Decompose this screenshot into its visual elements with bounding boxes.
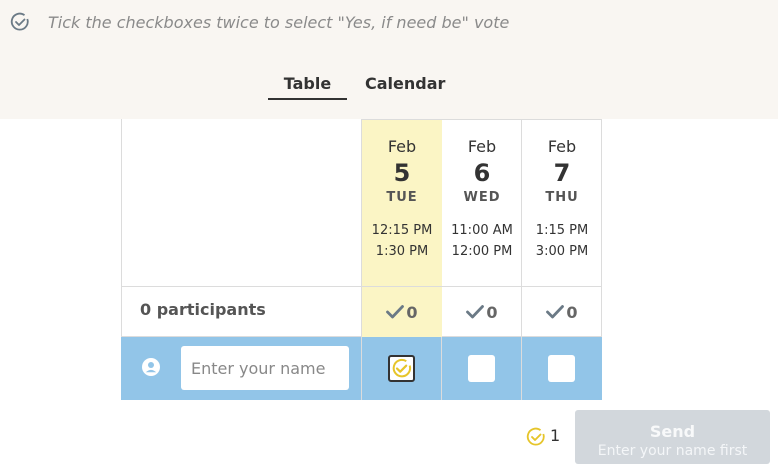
- name-input[interactable]: [181, 346, 349, 390]
- user-icon: [142, 358, 160, 376]
- date-weekday: THU: [545, 190, 579, 205]
- date-option-1: Feb 5 TUE 12:15 PM 1:30 PM: [362, 120, 442, 286]
- if-need-be-icon: [526, 427, 545, 446]
- date-weekday: TUE: [386, 190, 418, 205]
- if-need-be-icon: [392, 358, 412, 378]
- vote-row-divider: [441, 337, 442, 400]
- time-end: 1:30 PM: [375, 244, 429, 259]
- vote-row-divider: [361, 337, 362, 400]
- date-day: 5: [393, 159, 411, 187]
- date-option-3: Feb 7 THU 1:15 PM 3:00 PM: [522, 120, 602, 286]
- time-start: 1:15 PM: [535, 223, 589, 238]
- active-tab-indicator: [268, 98, 347, 100]
- time-end: 3:00 PM: [535, 244, 589, 259]
- checkmark-icon: [546, 305, 565, 319]
- date-month: Feb: [467, 137, 497, 156]
- vote-checkbox[interactable]: [548, 355, 575, 382]
- vote-count-3: 0: [522, 287, 602, 337]
- date-month: Feb: [547, 137, 577, 156]
- vote-checkbox-if-need-be[interactable]: [388, 355, 415, 382]
- if-need-be-count: 1: [550, 426, 561, 445]
- vote-count-2: 0: [442, 287, 522, 337]
- hint: Tick the checkboxes twice to select "Yes…: [10, 12, 509, 32]
- date-option-2: Feb 6 WED 11:00 AM 12:00 PM: [442, 120, 522, 286]
- hint-text: Tick the checkboxes twice to select "Yes…: [48, 12, 510, 32]
- checkmark-icon: [466, 305, 485, 319]
- date-month: Feb: [387, 137, 417, 156]
- header-empty-cell: [121, 119, 362, 287]
- participants-count: 0 participants: [140, 300, 266, 319]
- vote-count-value: 0: [566, 302, 578, 322]
- check-circle-icon: [10, 12, 29, 31]
- time-end: 12:00 PM: [451, 244, 513, 259]
- time-start: 12:15 PM: [371, 223, 433, 238]
- vote-count-value: 0: [486, 302, 498, 322]
- send-button[interactable]: Send Enter your name first: [575, 410, 770, 464]
- date-day: 6: [473, 159, 491, 187]
- tab-table[interactable]: Table: [268, 74, 347, 93]
- vote-checkbox[interactable]: [468, 355, 495, 382]
- send-button-sublabel: Enter your name first: [597, 443, 748, 459]
- top-panel: Tick the checkboxes twice to select "Yes…: [0, 0, 778, 119]
- tab-calendar[interactable]: Calendar: [365, 74, 445, 93]
- vote-row-divider: [521, 337, 522, 400]
- send-button-label: Send: [649, 422, 696, 441]
- checkmark-icon: [386, 305, 405, 319]
- date-weekday: WED: [463, 190, 501, 205]
- date-day: 7: [553, 159, 571, 187]
- vote-count-value: 0: [406, 302, 418, 322]
- time-start: 11:00 AM: [451, 223, 513, 238]
- vote-count-1: 0: [362, 287, 442, 337]
